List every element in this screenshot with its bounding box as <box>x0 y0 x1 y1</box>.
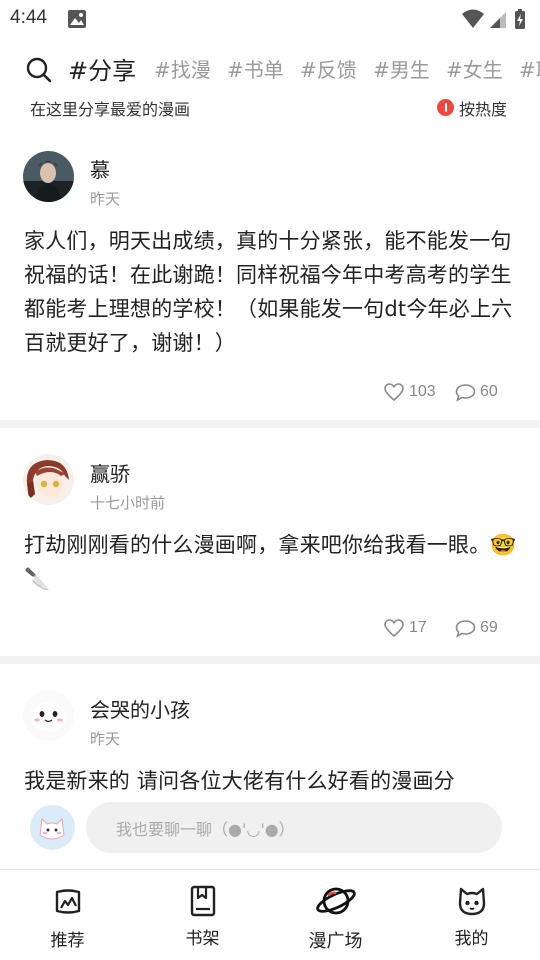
avatar[interactable] <box>23 151 74 202</box>
nav-manga-square[interactable]: 漫广场 <box>268 870 403 960</box>
comment-placeholder: 我也要聊一聊（●'◡'●） <box>116 820 295 839</box>
post-time: 昨天 <box>90 730 121 748</box>
profile-cat-icon <box>458 887 485 916</box>
comment-input[interactable]: 我也要聊一聊（●'◡'●） <box>86 802 502 853</box>
bookshelf-icon <box>190 885 215 917</box>
nav-label: 推荐 <box>50 931 85 951</box>
post-divider <box>0 420 540 428</box>
user-avatar-image <box>23 151 74 202</box>
comment-bubble-icon <box>455 620 476 638</box>
post-card[interactable]: 赢骄 十七小时前 打劫刚刚看的什么漫画啊，拿来吧你给我看一眼。🤓🔪 17 69 <box>0 428 540 656</box>
wifi-icon <box>462 9 484 28</box>
comment-bubble-icon <box>455 384 476 402</box>
tab-find-manga[interactable]: #找漫 <box>154 54 211 83</box>
bottom-nav: 推荐 书架 漫广场 我的 <box>0 869 540 960</box>
tab-more[interactable]: #耶 <box>519 54 540 83</box>
system-status-icons <box>462 9 525 29</box>
like-count: 103 <box>409 383 436 400</box>
status-time: 4:44 <box>10 7 47 28</box>
username[interactable]: 赢骄 <box>90 458 130 487</box>
nav-label: 我的 <box>454 929 489 949</box>
nav-recommend[interactable]: 推荐 <box>0 870 135 960</box>
battery-icon <box>515 9 525 29</box>
sort-toggle-icon[interactable] <box>437 99 454 116</box>
like-count: 17 <box>409 619 427 636</box>
post-time: 十七小时前 <box>90 494 166 512</box>
post-time: 昨天 <box>90 190 121 208</box>
nav-profile[interactable]: 我的 <box>404 870 539 960</box>
comment-count: 60 <box>480 383 498 400</box>
post-content[interactable]: 家人们，明天出成绩，真的十分紧张，能不能发一句祝福的话！在此谢跪！同样祝福今年中… <box>24 224 520 360</box>
tab-feedback[interactable]: #反馈 <box>300 54 357 83</box>
sub-header: 在这里分享最爱的漫画 按热度 <box>0 94 540 120</box>
gallery-notification-icon <box>68 10 86 28</box>
channel-description: 在这里分享最爱的漫画 <box>30 100 191 119</box>
sort-by-hot-button[interactable]: 按热度 <box>459 96 507 120</box>
tab-female[interactable]: #女生 <box>446 54 503 83</box>
nav-label: 漫广场 <box>308 931 363 952</box>
username[interactable]: 会哭的小孩 <box>90 694 190 723</box>
tab-male[interactable]: #男生 <box>373 54 430 83</box>
post-card[interactable]: 会哭的小孩 昨天 我是新来的 请问各位大佬有什么好看的漫画分 <box>0 664 540 795</box>
username[interactable]: 慕 <box>90 154 110 183</box>
search-icon[interactable] <box>26 57 52 83</box>
my-avatar[interactable] <box>30 805 75 850</box>
category-tabs: #分享 #找漫 #书单 #反馈 #男生 #女生 #耶 <box>0 48 540 90</box>
tab-booklist[interactable]: #书单 <box>227 54 284 83</box>
post-divider <box>0 656 540 664</box>
user-avatar-image <box>23 690 74 741</box>
nav-bookshelf[interactable]: 书架 <box>135 870 270 960</box>
cat-avatar-icon <box>39 817 65 840</box>
status-bar: 4:44 <box>0 0 540 38</box>
cell-signal-icon <box>490 12 506 28</box>
user-avatar-image <box>23 454 74 505</box>
recommend-icon <box>55 889 80 914</box>
comment-count: 69 <box>480 619 498 636</box>
post-card[interactable]: 慕 昨天 家人们，明天出成绩，真的十分紧张，能不能发一句祝福的话！在此谢跪！同样… <box>0 140 540 420</box>
post-content[interactable]: 我是新来的 请问各位大佬有什么好看的漫画分 <box>24 764 520 795</box>
post-content[interactable]: 打劫刚刚看的什么漫画啊，拿来吧你给我看一眼。🤓🔪 <box>24 528 520 596</box>
avatar[interactable] <box>23 454 74 505</box>
nav-label: 书架 <box>185 929 220 949</box>
planet-icon <box>315 887 356 915</box>
avatar[interactable] <box>23 690 74 741</box>
comment-bar: 我也要聊一聊（●'◡'●） <box>0 795 540 861</box>
tab-share[interactable]: #分享 <box>68 51 136 86</box>
heart-icon <box>384 383 404 402</box>
heart-icon <box>384 619 404 638</box>
